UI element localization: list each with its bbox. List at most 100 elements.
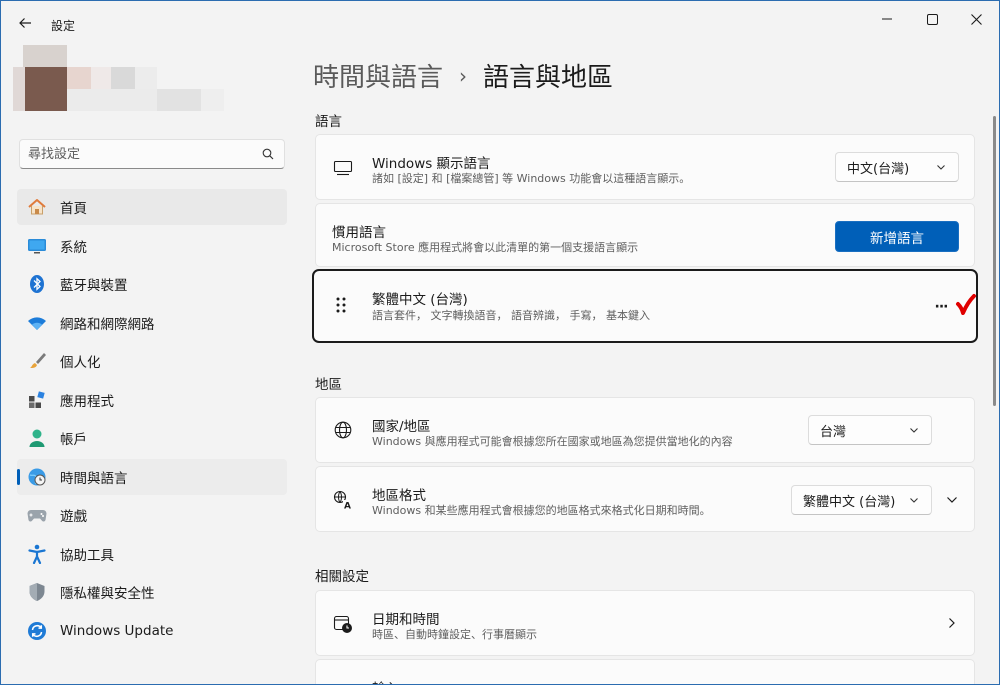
installed-language-title: 繁體中文 (台灣): [372, 292, 468, 308]
date-time-subtitle: 時區、自動時鐘設定、行事曆顯示: [372, 628, 537, 641]
back-arrow-icon: [19, 18, 31, 28]
more-options-button[interactable]: ···: [931, 297, 951, 317]
installed-language-subtitle: 語言套件， 文字轉換語音， 語音辨識， 手寫， 基本鍵入: [372, 309, 650, 322]
display-language-dropdown[interactable]: 中文(台灣): [835, 152, 959, 182]
sidebar-item-label: 系統: [60, 239, 87, 256]
clock-globe-icon: [26, 466, 48, 488]
calendar-clock-icon: [332, 613, 354, 635]
preferred-language-title: 慣用語言: [332, 225, 386, 241]
page-title: 語言與地區: [483, 63, 614, 93]
dropdown-value: 中文(台灣): [847, 161, 910, 177]
apps-icon: [26, 389, 48, 411]
close-icon: [970, 13, 982, 25]
accessibility-icon: [26, 543, 48, 565]
sidebar-item-system[interactable]: 系統: [17, 228, 287, 264]
gamepad-icon: [26, 504, 48, 526]
sidebar-item-accounts[interactable]: 帳戶: [17, 420, 287, 456]
breadcrumb-separator: ›: [459, 63, 468, 88]
settings-window: 設定 尋找設定 首頁 系統 藍牙與裝置 網路和網際網路 個人化 應用程式 帳戶 …: [0, 0, 1000, 685]
sidebar-item-time-language[interactable]: 時間與語言: [17, 458, 287, 495]
selection-indicator: [17, 468, 20, 485]
avatar: [23, 45, 67, 67]
add-language-button[interactable]: 新增語言: [835, 221, 959, 252]
chevron-down-icon: [910, 498, 918, 503]
sidebar-item-label: 帳戶: [60, 432, 87, 448]
regional-format-subtitle: Windows 和某些應用程式會根據您的地區格式來格式化日期和時間。: [372, 504, 711, 517]
sidebar-item-label: 個人化: [60, 355, 101, 371]
wifi-icon: [26, 312, 48, 334]
section-title-region: 地區: [315, 377, 342, 393]
avatar-pixel: [13, 67, 25, 111]
regional-format-dropdown[interactable]: 繁體中文 (台灣): [791, 485, 932, 515]
avatar-pixel: [111, 67, 135, 89]
sidebar-item-label: Windows Update: [60, 622, 174, 639]
back-button[interactable]: [13, 11, 37, 35]
svg-text:A: A: [344, 502, 351, 511]
sidebar-item-label: 網路和網際網路: [60, 316, 155, 333]
maximize-button[interactable]: [912, 7, 952, 31]
display-language-card: Windows 顯示語言 諸如 [設定] 和 [檔案總管] 等 Windows …: [315, 134, 975, 200]
search-input[interactable]: [28, 145, 248, 163]
scrollbar[interactable]: [993, 116, 996, 406]
app-title: 設定: [51, 19, 76, 33]
installed-language-card[interactable]: 繁體中文 (台灣) 語言套件， 文字轉換語音， 語音辨識， 手寫， 基本鍵入 ·…: [312, 269, 978, 343]
sidebar-item-network[interactable]: 網路和網際網路: [17, 305, 287, 341]
sidebar-item-accessibility[interactable]: 協助工具: [17, 536, 287, 572]
profile-name-blur: [201, 89, 224, 111]
sidebar-item-label: 首頁: [60, 201, 87, 217]
user-profile[interactable]: [13, 45, 228, 115]
search-box[interactable]: [19, 139, 285, 169]
language-format-icon: A: [332, 489, 354, 511]
bluetooth-icon: [26, 273, 48, 295]
profile-name-blur: [67, 89, 157, 111]
dropdown-value: 台灣: [820, 424, 847, 440]
profile-name-blur: [157, 89, 201, 111]
sidebar-item-label: 時間與語言: [60, 470, 128, 487]
sidebar-nav: 首頁 系統 藍牙與裝置 網路和網際網路 個人化 應用程式 帳戶 時間與語言 遊戲…: [17, 189, 287, 651]
input-title: 輸入: [372, 677, 399, 684]
country-region-dropdown[interactable]: 台灣: [808, 415, 932, 445]
preferred-language-subtitle: Microsoft Store 應用程式將會以此清單的第一個支援語言顯示: [332, 241, 639, 254]
checkmark-annotation-icon: [956, 294, 976, 315]
minimize-button[interactable]: [867, 7, 907, 31]
sidebar-item-windows-update[interactable]: Windows Update: [17, 613, 287, 649]
country-region-card: 國家/地區 Windows 與應用程式可能會根據您所在國家或地區為您提供當地化的…: [315, 397, 975, 463]
country-region-subtitle: Windows 與應用程式可能會根據您所在國家或地區為您提供當地化的內容: [372, 435, 733, 448]
regional-format-card[interactable]: A 地區格式 Windows 和某些應用程式會根據您的地區格式來格式化日期和時間…: [315, 466, 975, 532]
sidebar-item-personalization[interactable]: 個人化: [17, 343, 287, 379]
section-title-related: 相關設定: [315, 569, 369, 585]
avatar-pixel: [135, 67, 157, 89]
monitor-icon: [26, 235, 48, 257]
avatar-pixel: [91, 67, 111, 89]
maximize-icon: [926, 13, 938, 25]
expand-chevron-icon[interactable]: [946, 495, 958, 505]
sidebar-item-home[interactable]: 首頁: [17, 189, 287, 225]
preferred-language-card: 慣用語言 Microsoft Store 應用程式將會以此清單的第一個支援語言顯…: [315, 203, 975, 267]
update-icon: [26, 620, 48, 642]
chevron-right-icon: [949, 618, 955, 628]
sidebar-item-label: 協助工具: [60, 547, 114, 564]
display-icon: [332, 157, 354, 179]
minimize-icon: [882, 18, 892, 20]
sidebar-item-bluetooth[interactable]: 藍牙與裝置: [17, 266, 287, 302]
globe-icon: [332, 419, 354, 441]
dropdown-value: 繁體中文 (台灣): [803, 494, 896, 510]
sidebar-item-label: 遊戲: [60, 509, 87, 525]
drag-handle-icon[interactable]: [336, 297, 346, 313]
breadcrumb-parent[interactable]: 時間與語言: [313, 57, 443, 94]
chevron-down-icon: [910, 428, 918, 433]
input-card[interactable]: 輸入: [315, 659, 975, 684]
breadcrumb: 時間與語言 › 語言與地區: [313, 57, 613, 94]
sidebar-item-privacy[interactable]: 隱私權與安全性: [17, 574, 287, 610]
sidebar-item-gaming[interactable]: 遊戲: [17, 497, 287, 533]
search-icon[interactable]: [262, 148, 274, 160]
sidebar-item-apps[interactable]: 應用程式: [17, 382, 287, 418]
regional-format-title: 地區格式: [372, 488, 426, 504]
sidebar-item-label: 藍牙與裝置: [60, 278, 128, 294]
date-time-card[interactable]: 日期和時間 時區、自動時鐘設定、行事曆顯示: [315, 590, 975, 656]
home-icon: [26, 196, 48, 218]
shield-icon: [26, 581, 48, 603]
date-time-title: 日期和時間: [372, 612, 440, 628]
close-button[interactable]: [956, 7, 996, 31]
avatar-pixel: [25, 67, 67, 111]
